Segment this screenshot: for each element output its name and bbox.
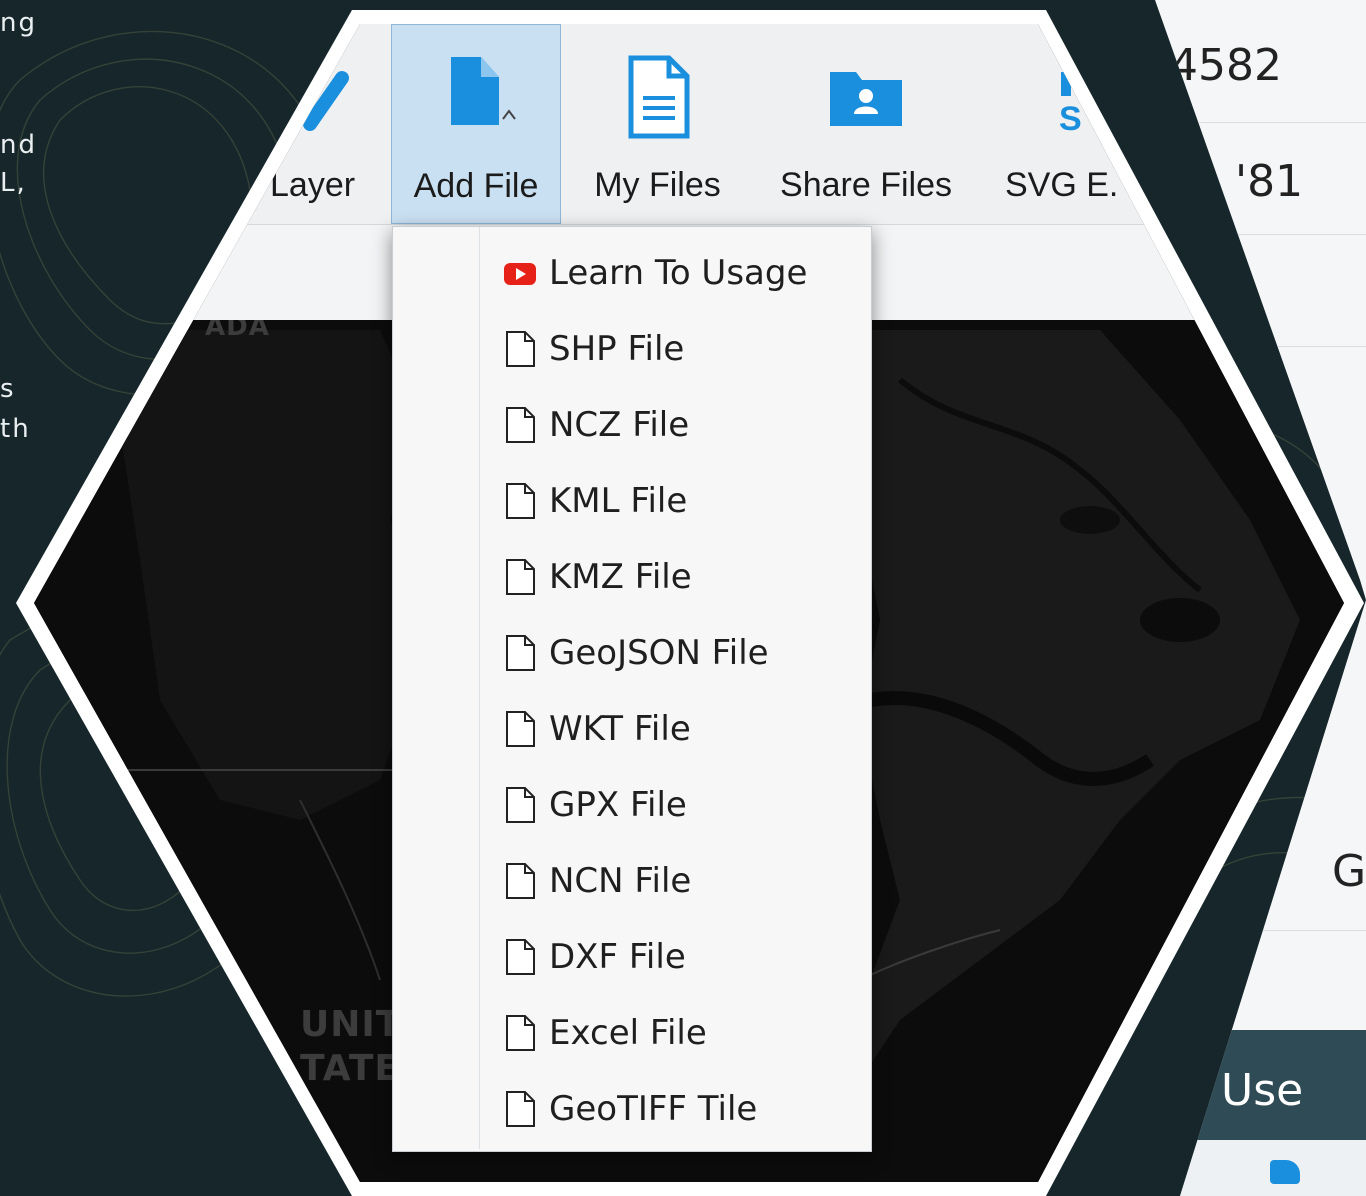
menu-item-label: Learn To Usage <box>549 253 808 293</box>
menu-item-label: GPX File <box>549 785 687 825</box>
file-outline-icon <box>506 635 535 671</box>
menu-item-shp-file[interactable]: SHP File <box>503 319 684 379</box>
tool-icon[interactable] <box>1270 1160 1300 1184</box>
file-icon <box>451 57 516 125</box>
add-file-button[interactable]: Add File <box>391 24 561 224</box>
menu-gutter <box>479 227 480 1149</box>
file-outline-icon <box>506 711 535 747</box>
file-outline-icon <box>506 559 535 595</box>
menu-item-dxf-file[interactable]: DXF File <box>503 927 686 987</box>
cell-value: 4582 <box>1170 40 1282 91</box>
cell-value: '81 <box>1235 156 1304 207</box>
menu-item-kml-file[interactable]: KML File <box>503 471 687 531</box>
menu-item-gpx-file[interactable]: GPX File <box>503 775 687 835</box>
file-outline-icon <box>506 1091 535 1127</box>
add-file-dropdown-menu: Learn To Usage SHP File NCZ File KML Fil… <box>392 226 872 1152</box>
menu-item-geotiff-tile[interactable]: GeoTIFF Tile <box>503 1079 757 1139</box>
svg-text:S: S <box>1059 100 1082 134</box>
menu-item-learn-to-usage[interactable]: Learn To Usage <box>503 243 807 303</box>
left-text-fragment: ng <box>0 8 37 38</box>
left-text-fragment: nd <box>0 130 37 160</box>
file-outline-icon <box>506 483 535 519</box>
menu-item-ncn-file[interactable]: NCN File <box>503 851 691 911</box>
left-text-fragment: s <box>0 374 16 404</box>
file-outline-icon <box>506 1015 535 1051</box>
menu-item-wkt-file[interactable]: WKT File <box>503 699 691 759</box>
file-outline-icon <box>506 863 535 899</box>
menu-item-label: DXF File <box>549 937 686 977</box>
document-icon <box>628 55 689 139</box>
file-outline-icon <box>506 787 535 823</box>
svg-export-button-label: SVG E. <box>1005 166 1119 204</box>
menu-item-kmz-file[interactable]: KMZ File <box>503 547 692 607</box>
file-outline-icon <box>506 331 535 367</box>
left-text-fragment: L, <box>0 168 27 198</box>
my-files-button[interactable]: My Files <box>575 24 740 224</box>
file-outline-icon <box>506 407 535 443</box>
left-text-fragment: th <box>0 414 31 444</box>
menu-item-label: GeoJSON File <box>549 633 769 673</box>
menu-item-label: GeoTIFF Tile <box>549 1089 758 1129</box>
menu-item-label: WKT File <box>549 709 691 749</box>
file-outline-icon <box>506 939 535 975</box>
add-file-button-label: Add File <box>413 167 539 205</box>
youtube-play-icon <box>504 263 536 285</box>
cell-value: G <box>1332 846 1366 897</box>
layer-button-label: Layer <box>270 166 356 204</box>
menu-item-label: NCN File <box>549 861 692 901</box>
menu-item-label: SHP File <box>549 329 685 369</box>
my-files-button-label: My Files <box>594 166 721 204</box>
share-files-button[interactable]: Share Files <box>762 24 970 224</box>
menu-item-ncz-file[interactable]: NCZ File <box>503 395 689 455</box>
menu-item-label: KMZ File <box>549 557 692 597</box>
menu-item-label: NCZ File <box>549 405 690 445</box>
map-label-us: TATE <box>300 1048 400 1089</box>
menu-item-geojson-file[interactable]: GeoJSON File <box>503 623 769 683</box>
menu-item-excel-file[interactable]: Excel File <box>503 1003 707 1063</box>
menu-item-label: KML File <box>549 481 688 521</box>
share-files-button-label: Share Files <box>780 166 952 204</box>
shared-folder-icon <box>830 72 902 126</box>
menu-item-label: Excel File <box>549 1013 707 1053</box>
